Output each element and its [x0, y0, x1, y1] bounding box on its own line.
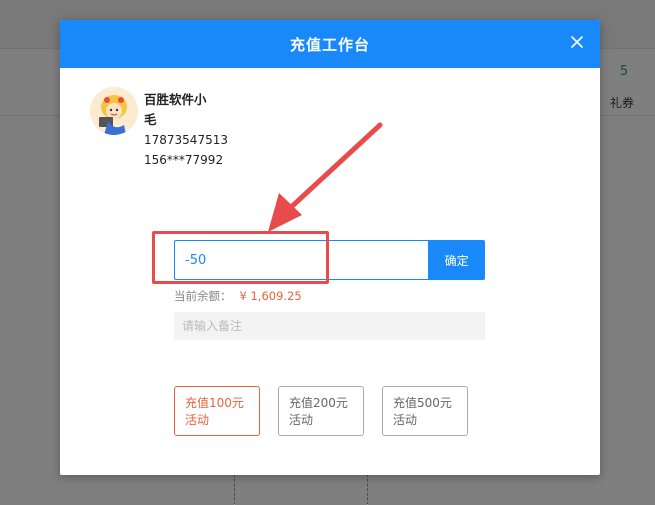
- member-info: 百胜软件小毛 17873547513 156***77992: [144, 90, 228, 170]
- package-500[interactable]: 充值500元 活动: [382, 386, 468, 436]
- close-icon[interactable]: [570, 35, 584, 49]
- member-avatar: [90, 87, 138, 135]
- recharge-packages: 充值100元 活动 充值200元 活动 充值500元 活动: [174, 386, 468, 436]
- confirm-button[interactable]: 确定: [428, 240, 485, 280]
- balance-value: ¥ 1,609.25: [239, 289, 302, 303]
- recharge-dialog: 充值工作台 百胜软件小毛 17873547513 156***77992 确定 …: [60, 20, 600, 475]
- dialog-header: 充值工作台: [60, 20, 600, 68]
- member-card-number: 156***77992: [144, 153, 224, 167]
- package-200[interactable]: 充值200元 活动: [278, 386, 364, 436]
- package-500-amount: 充值500元: [393, 396, 452, 410]
- recharge-amount-input[interactable]: [174, 240, 429, 280]
- package-200-tag: 活动: [289, 413, 314, 427]
- package-100-amount: 充值100元: [185, 396, 244, 410]
- package-200-amount: 充值200元: [289, 396, 348, 410]
- balance-row: 当前余额： ¥ 1,609.25: [174, 288, 302, 304]
- member-name: 百胜软件小毛: [144, 92, 207, 127]
- package-500-tag: 活动: [393, 413, 418, 427]
- dialog-title: 充值工作台: [289, 35, 370, 54]
- amount-row: 确定: [174, 240, 485, 280]
- package-100[interactable]: 充值100元 活动: [174, 386, 260, 436]
- package-100-tag: 活动: [185, 413, 210, 427]
- balance-label: 当前余额：: [174, 289, 232, 303]
- remark-input[interactable]: [174, 312, 485, 340]
- member-phone: 17873547513: [144, 133, 228, 147]
